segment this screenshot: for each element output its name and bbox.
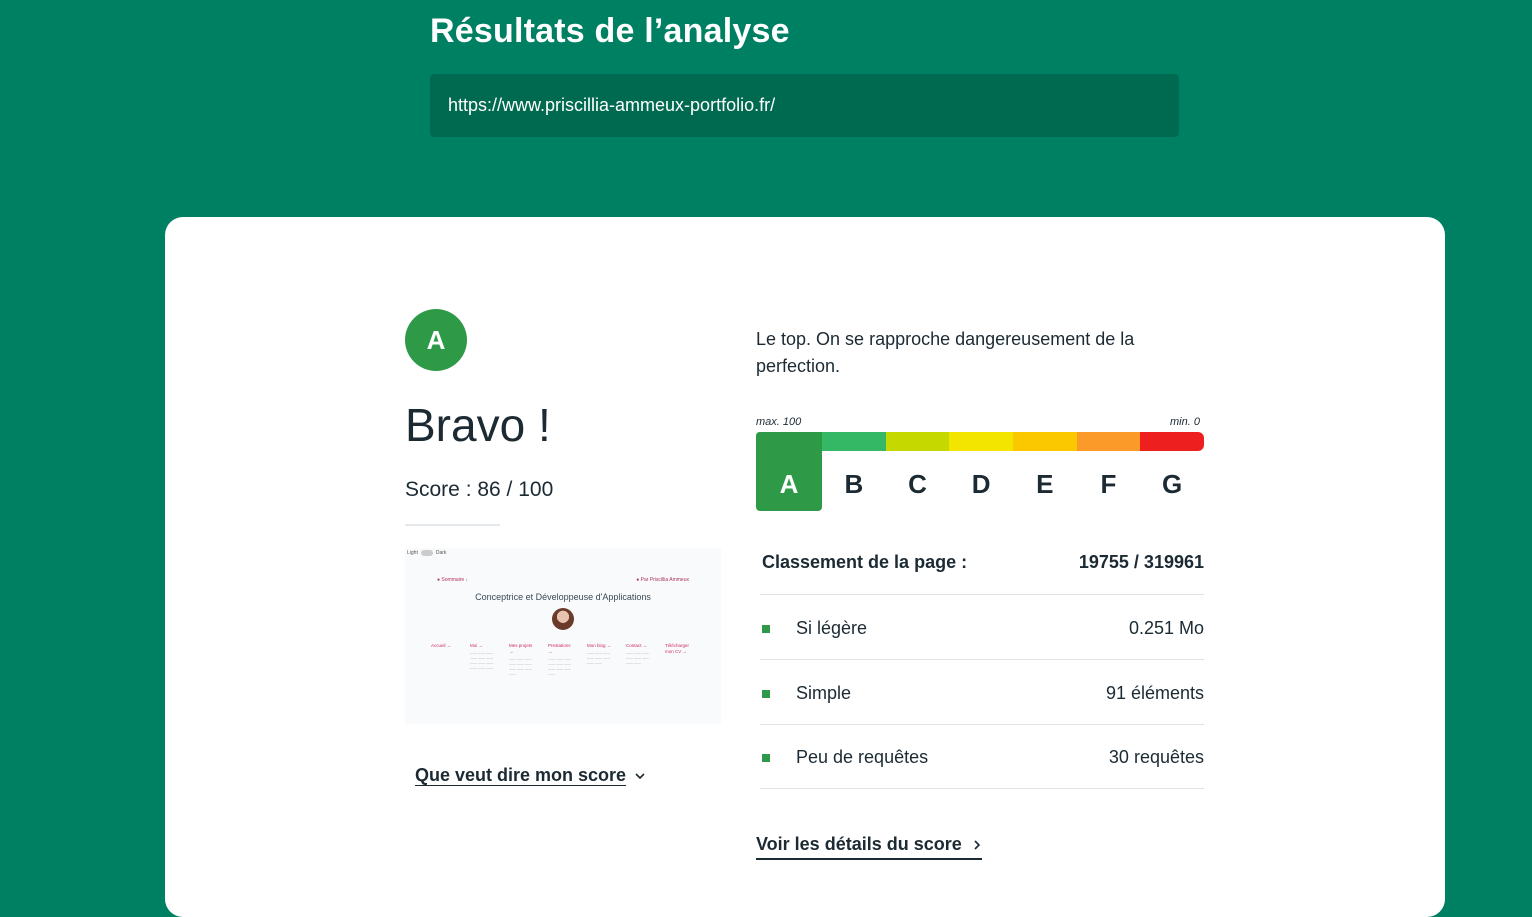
score-meaning-label: Que veut dire mon score xyxy=(415,765,627,785)
result-headline: Bravo ! xyxy=(405,399,551,451)
thumbnail-nav-item: Prestations → —— —— —— —— —— —— —— —— —— … xyxy=(548,643,571,676)
scale-max-label: max. 100 xyxy=(756,416,802,428)
divider xyxy=(760,659,1204,660)
stat-row: Simple 91 éléments xyxy=(762,683,1204,704)
stat-label: Simple xyxy=(796,683,852,703)
stat-row: Si légère 0.251 Mo xyxy=(762,618,1204,639)
page-screenshot-thumbnail: Light Dark ● Sommaire ↓ ● Par Priscillia… xyxy=(405,548,721,724)
thumbnail-summary: ● Sommaire ↓ xyxy=(437,577,469,583)
score-description: Le top. On se rapproche dangereusement d… xyxy=(756,329,1135,376)
stat-value: 30 requêtes xyxy=(1108,747,1204,767)
grade-bar-e xyxy=(1013,432,1077,451)
thumbnail-theme-toggle: Light Dark xyxy=(407,550,447,556)
grade-letter-c: C xyxy=(908,469,927,499)
grade-badge: A xyxy=(405,309,467,371)
grade-bar-b xyxy=(822,432,886,451)
grade-bar-d xyxy=(949,432,1013,451)
thumbnail-nav-item: Contact → —— —— —— —— —— —— —— —— xyxy=(626,643,649,665)
score-details-label: Voir les détails du score xyxy=(756,834,962,854)
analyzed-url: https://www.priscillia-ammeux-portfolio.… xyxy=(430,74,1179,137)
chevron-right-icon xyxy=(974,839,980,850)
score-details-link[interactable]: Voir les détails du score xyxy=(756,834,982,860)
ranking-value: 19755 / 319961 xyxy=(1078,552,1204,572)
page-title: Résultats de l’analyse xyxy=(430,12,790,50)
stat-value: 0.251 Mo xyxy=(1128,618,1204,638)
grade-letter-active: A xyxy=(756,432,822,511)
stat-row: Peu de requêtes 30 requêtes xyxy=(762,747,1204,768)
stat-label: Si légère xyxy=(796,618,868,638)
stat-value: 91 éléments xyxy=(1105,683,1204,703)
grade-letter-d: D xyxy=(971,469,991,499)
thumbnail-nav-item: Accueil → xyxy=(431,643,452,648)
grade-bar-c xyxy=(885,432,950,451)
grade-letter-g: G xyxy=(1162,469,1183,499)
avatar xyxy=(552,608,574,630)
scale-min-label: min. 0 xyxy=(1170,416,1200,428)
square-bullet-icon xyxy=(762,689,770,698)
grade-scale: AB C D E F G xyxy=(756,432,1204,512)
divider xyxy=(760,788,1204,789)
thumbnail-nav-item: Mes projets → —— —— —— —— —— —— —— —— —— … xyxy=(509,643,533,676)
score-label: Score : 86 / 100 xyxy=(405,478,554,501)
chevron-down-icon xyxy=(635,772,645,779)
divider xyxy=(760,724,1204,725)
stat-label: Peu de requêtes xyxy=(796,747,929,767)
divider xyxy=(405,524,500,526)
square-bullet-icon xyxy=(762,753,770,762)
grade-bar-g xyxy=(1140,432,1204,451)
thumbnail-heading: Conceptrice et Développeuse d'Applicatio… xyxy=(475,592,651,602)
score-meaning-toggle[interactable]: Que veut dire mon score xyxy=(415,765,646,786)
thumbnail-nav: Accueil → Moi → —— —— —— —— —— —— —— —— —… xyxy=(431,643,690,677)
grade-letter-e: E xyxy=(1036,469,1054,499)
toggle-switch-icon xyxy=(420,550,433,556)
divider xyxy=(760,594,1204,595)
square-bullet-icon xyxy=(762,624,770,633)
grade-letter-f: F xyxy=(1100,469,1117,499)
page-ranking: Classement de la page : 19755 / 319961 xyxy=(762,552,1204,573)
thumbnail-nav-item: Mon blog → —— —— —— —— —— —— —— —— xyxy=(587,643,612,665)
grade-letter-b: B xyxy=(844,469,864,499)
ranking-label: Classement de la page : xyxy=(762,552,968,572)
grade-bar-f xyxy=(1076,432,1141,451)
thumbnail-nav-item: Télécharger mon CV → xyxy=(665,643,690,654)
thumbnail-author: ● Par Priscillia Ammeux xyxy=(636,577,689,583)
thumbnail-nav-item: Moi → —— —— —— —— —— —— —— —— —— —— —— —— xyxy=(470,643,493,670)
